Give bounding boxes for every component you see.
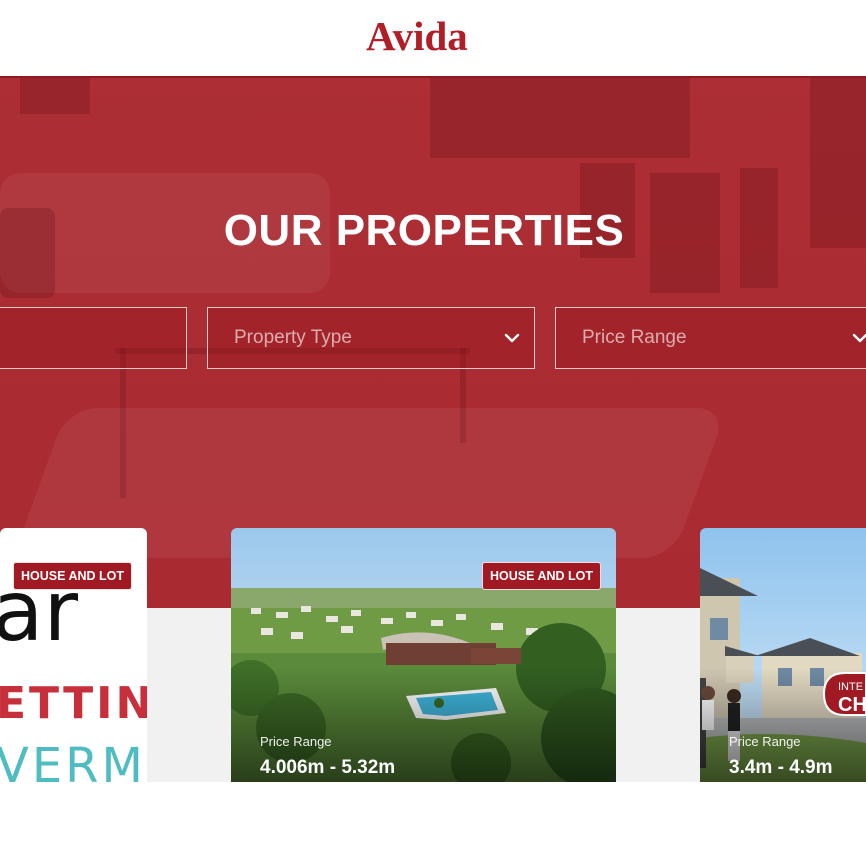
price-range-placeholder: Price Range bbox=[582, 327, 687, 348]
chevron-down-icon bbox=[504, 333, 520, 343]
property-type-select[interactable]: Property Type bbox=[207, 307, 535, 369]
property-logo-image: ar ETTIN VERMO bbox=[0, 562, 147, 782]
price-range-value: 4.006m - 5.32m bbox=[260, 757, 396, 778]
chevron-down-icon bbox=[852, 333, 866, 343]
svg-text:ETTIN: ETTIN bbox=[0, 678, 147, 729]
property-type-badge: HOUSE AND LOT bbox=[482, 562, 602, 590]
price-range-label: Price Range bbox=[260, 734, 332, 749]
price-range-label: Price Range bbox=[729, 734, 801, 749]
avida-logo[interactable]: Avida bbox=[366, 12, 468, 60]
property-type-placeholder: Property Type bbox=[234, 327, 352, 348]
price-range-select[interactable]: Price Range bbox=[555, 307, 866, 369]
svg-text:INTE: INTE bbox=[838, 681, 863, 693]
page-title: OUR PROPERTIES bbox=[223, 206, 625, 255]
svg-text:VERMO: VERMO bbox=[0, 738, 147, 782]
location-filter[interactable] bbox=[0, 307, 187, 369]
price-range-value: 3.4m - 4.9m bbox=[729, 757, 833, 778]
property-card[interactable]: HOUSE AND LOT ar ETTIN VERMO bbox=[0, 528, 147, 782]
svg-text:ar: ar bbox=[0, 562, 78, 660]
property-card[interactable]: HOUSE AND LOT Price Range 4.006m - 5.32m bbox=[231, 528, 616, 782]
property-card[interactable]: INTE CH Price Range 3.4m - 4.9m bbox=[700, 528, 866, 782]
site-header: Avida bbox=[0, 0, 866, 78]
svg-text:CH: CH bbox=[838, 694, 866, 716]
